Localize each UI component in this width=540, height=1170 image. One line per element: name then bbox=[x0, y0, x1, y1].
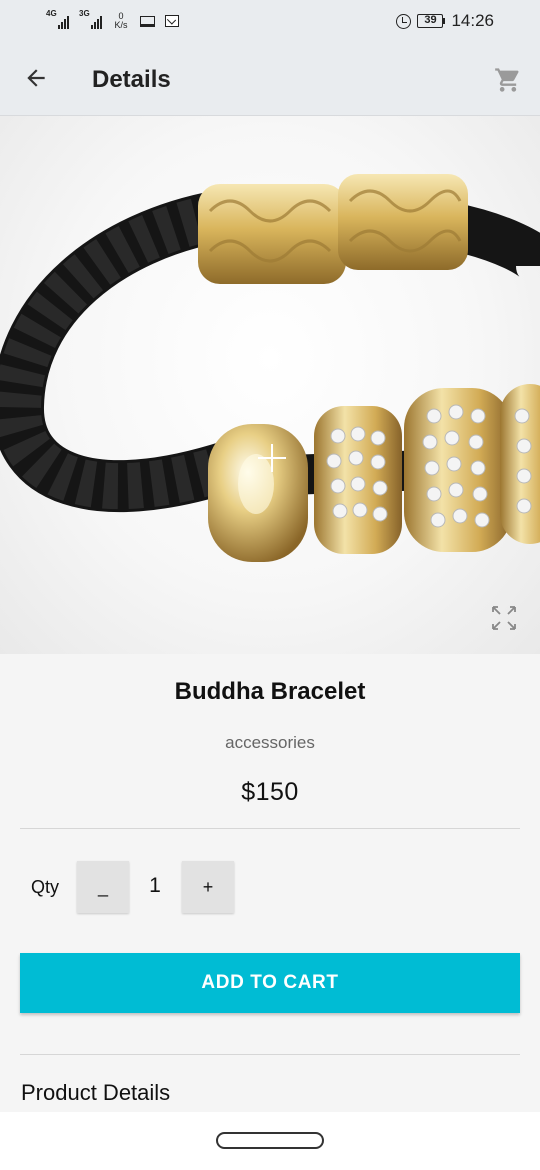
signal-icon: 3G bbox=[79, 9, 102, 29]
product-name: Buddha Bracelet bbox=[174, 678, 366, 705]
mail-icon bbox=[165, 15, 179, 27]
system-nav-bar bbox=[0, 1112, 540, 1170]
battery-icon: 39 bbox=[417, 14, 446, 28]
home-gesture-bar[interactable] bbox=[216, 1132, 324, 1149]
product-price: $150 bbox=[241, 778, 299, 806]
signal-icon: 4G bbox=[46, 9, 69, 29]
cart-button[interactable] bbox=[492, 64, 524, 96]
status-time: 14:26 bbox=[451, 11, 494, 30]
expand-icon bbox=[492, 606, 516, 630]
status-left: 4G 3G 0 K/s bbox=[46, 9, 179, 30]
page-title: Details bbox=[92, 66, 171, 93]
quantity-value: 1 bbox=[149, 874, 161, 897]
status-bar: 4G 3G 0 K/s 39 14:26 bbox=[0, 0, 540, 42]
increase-quantity-button[interactable]: + bbox=[182, 861, 234, 913]
monitor-icon bbox=[140, 15, 155, 27]
status-right: 39 14:26 bbox=[396, 11, 494, 31]
arrow-left-icon bbox=[27, 69, 45, 87]
bracelet-illustration bbox=[0, 174, 540, 562]
quantity-label: Qty bbox=[31, 877, 60, 897]
app-bar: Details bbox=[0, 42, 540, 116]
back-button[interactable] bbox=[22, 64, 50, 92]
divider bbox=[20, 828, 520, 829]
product-details-heading: Product Details bbox=[21, 1080, 171, 1105]
add-to-cart-button[interactable]: ADD TO CART bbox=[20, 953, 520, 1013]
product-image[interactable] bbox=[0, 116, 540, 654]
decrease-quantity-button[interactable]: _ bbox=[77, 861, 129, 913]
alarm-icon bbox=[396, 13, 412, 29]
shopping-cart-icon bbox=[495, 68, 519, 92]
network-speed: 0 K/s bbox=[114, 11, 128, 30]
divider bbox=[20, 1054, 520, 1055]
fullscreen-button[interactable] bbox=[490, 604, 518, 632]
product-category: accessories bbox=[225, 733, 315, 752]
